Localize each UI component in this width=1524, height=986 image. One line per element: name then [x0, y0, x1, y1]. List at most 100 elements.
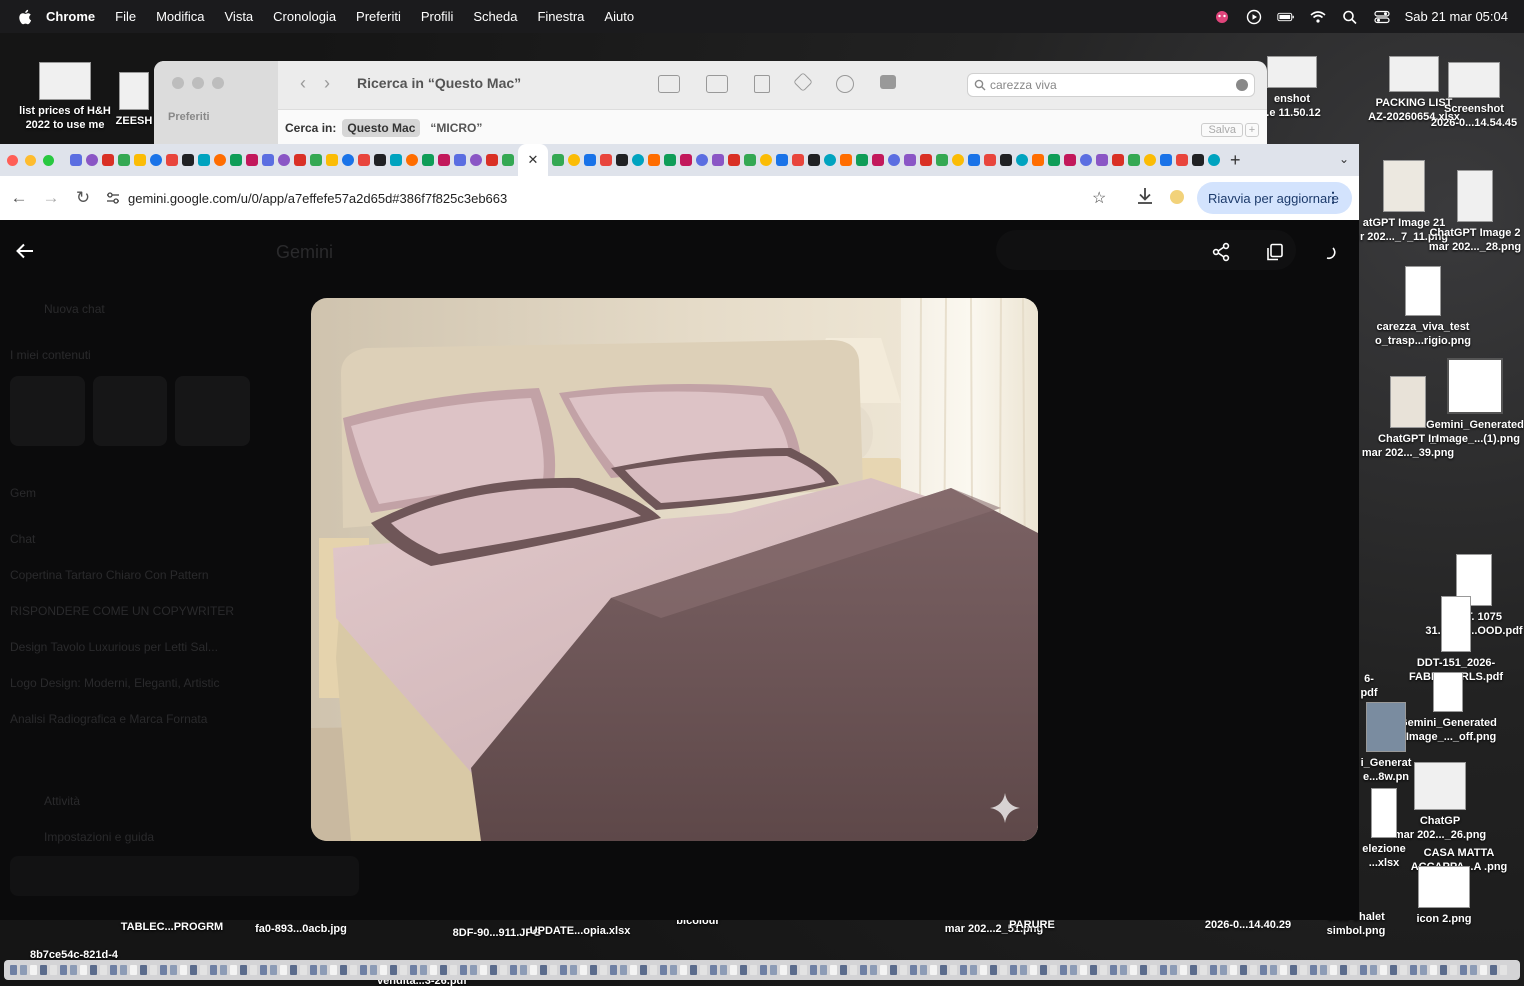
group-view-icon[interactable] [706, 75, 728, 93]
pinned-tab-favicon[interactable] [278, 154, 290, 166]
dock-app-icon[interactable] [240, 965, 247, 975]
dock-app-icon[interactable] [60, 965, 67, 975]
wifi-icon[interactable] [1309, 9, 1327, 25]
dock-app-icon[interactable] [1050, 965, 1057, 975]
minimize-window-button[interactable] [192, 77, 204, 89]
menu-scheda[interactable]: Scheda [473, 9, 517, 24]
pinned-tab-favicon[interactable] [1160, 154, 1172, 166]
dock-app-icon[interactable] [220, 965, 227, 975]
dock-app-icon[interactable] [1350, 965, 1357, 975]
dock-app-icon[interactable] [1090, 965, 1097, 975]
dock-app-icon[interactable] [900, 965, 907, 975]
desktop-file[interactable]: elezione ...xlsx [1358, 788, 1410, 870]
dock-app-icon[interactable] [1240, 965, 1247, 975]
desktop-file[interactable]: 6- pdf [1358, 672, 1380, 700]
desktop-file[interactable]: PARURE [1002, 918, 1062, 932]
dock-app-icon[interactable] [1460, 965, 1467, 975]
back-arrow-icon[interactable] [14, 240, 36, 262]
app-status-icon[interactable] [1213, 9, 1231, 25]
forward-chevron-icon[interactable]: › [324, 73, 330, 94]
dock-app-icon[interactable] [720, 965, 727, 975]
scope-this-mac[interactable]: Questo Mac [342, 118, 421, 137]
desktop-file[interactable]: fa0-893...0acb.jpg [242, 922, 360, 936]
pinned-tab-favicon[interactable] [1096, 154, 1108, 166]
dock-app-icon[interactable] [20, 965, 27, 975]
pinned-tab-favicon[interactable] [632, 154, 644, 166]
zoom-window-button[interactable] [43, 154, 54, 166]
dock-app-icon[interactable] [1160, 965, 1167, 975]
dock-app-icon[interactable] [360, 965, 367, 975]
pinned-tab-favicon[interactable] [936, 154, 948, 166]
desktop-file-selected[interactable]: Gemini_Generated _Image_...(1).png [1426, 358, 1524, 446]
pinned-tab-favicon[interactable] [294, 154, 306, 166]
dock-app-icon[interactable] [70, 965, 77, 975]
pinned-tab-favicon[interactable] [310, 154, 322, 166]
download-icon[interactable] [1136, 186, 1154, 206]
dock-app-icon[interactable] [490, 965, 497, 975]
pinned-tab-favicon[interactable] [728, 154, 740, 166]
dock-app-icon[interactable] [1170, 965, 1177, 975]
dock-app-icon[interactable] [160, 965, 167, 975]
dock-app-icon[interactable] [530, 965, 537, 975]
dock-app-icon[interactable] [550, 965, 557, 975]
dock-app-icon[interactable] [570, 965, 577, 975]
dock-app-icon[interactable] [510, 965, 517, 975]
pinned-tab-favicon[interactable] [118, 154, 130, 166]
tab-search-chevron-icon[interactable]: ⌄ [1339, 152, 1349, 166]
dock-app-icon[interactable] [910, 965, 917, 975]
menu-cronologia[interactable]: Cronologia [273, 9, 336, 24]
dock-app-icon[interactable] [1130, 965, 1137, 975]
dock-app-icon[interactable] [1250, 965, 1257, 975]
pinned-tab-favicon[interactable] [696, 154, 708, 166]
dock-app-icon[interactable] [190, 965, 197, 975]
menu-modifica[interactable]: Modifica [156, 9, 204, 24]
pinned-tab-favicon[interactable] [102, 154, 114, 166]
dock-app-icon[interactable] [610, 965, 617, 975]
pinned-tab-favicon[interactable] [1048, 154, 1060, 166]
pinned-tab-favicon[interactable] [904, 154, 916, 166]
dock-app-icon[interactable] [270, 965, 277, 975]
pinned-tab-favicon[interactable] [856, 154, 868, 166]
dock-app-icon[interactable] [630, 965, 637, 975]
pinned-tab-favicon[interactable] [664, 154, 676, 166]
dock-app-icon[interactable] [730, 965, 737, 975]
dock-app-icon[interactable] [290, 965, 297, 975]
menu-preferiti[interactable]: Preferiti [356, 9, 401, 24]
dock-app-icon[interactable] [840, 965, 847, 975]
dock-app-icon[interactable] [1340, 965, 1347, 975]
dock-app-icon[interactable] [620, 965, 627, 975]
battery-icon[interactable] [1276, 9, 1295, 25]
pinned-tab-favicon[interactable] [920, 154, 932, 166]
pinned-tab-favicon[interactable] [1192, 154, 1204, 166]
dock-app-icon[interactable] [1320, 965, 1327, 975]
chrome-menu-icon[interactable]: ⋮ [1326, 189, 1340, 206]
dock-app-icon[interactable] [330, 965, 337, 975]
dock-app-icon[interactable] [400, 965, 407, 975]
save-search-button[interactable]: Salva [1201, 123, 1243, 137]
desktop-file[interactable]: Screenshot 2026-0...14.54.45 [1424, 62, 1524, 130]
dropbox-icon[interactable] [880, 75, 896, 89]
pinned-tab-favicon[interactable] [568, 154, 580, 166]
dock-app-icon[interactable] [1100, 965, 1107, 975]
dock-app-icon[interactable] [1210, 965, 1217, 975]
dock-app-icon[interactable] [1110, 965, 1117, 975]
desktop-file[interactable]: TABLEC...PROGRM [116, 920, 228, 934]
dock-app-icon[interactable] [990, 965, 997, 975]
dock-app-icon[interactable] [1410, 965, 1417, 975]
new-tab-button[interactable]: + [1230, 150, 1241, 171]
dock-app-icon[interactable] [120, 965, 127, 975]
tag-icon[interactable] [793, 72, 813, 92]
dock-app-icon[interactable] [40, 965, 47, 975]
dock-app-icon[interactable] [1270, 965, 1277, 975]
menu-profili[interactable]: Profili [421, 9, 454, 24]
dock-app-icon[interactable] [920, 965, 927, 975]
dock-app-icon[interactable] [90, 965, 97, 975]
pinned-tab-favicon[interactable] [1032, 154, 1044, 166]
pinned-tab-favicon[interactable] [326, 154, 338, 166]
dock-app-icon[interactable] [340, 965, 347, 975]
pinned-tab-favicon[interactable] [792, 154, 804, 166]
dock-app-icon[interactable] [130, 965, 137, 975]
dock-app-icon[interactable] [310, 965, 317, 975]
dock-app-icon[interactable] [940, 965, 947, 975]
dock-app-icon[interactable] [970, 965, 977, 975]
